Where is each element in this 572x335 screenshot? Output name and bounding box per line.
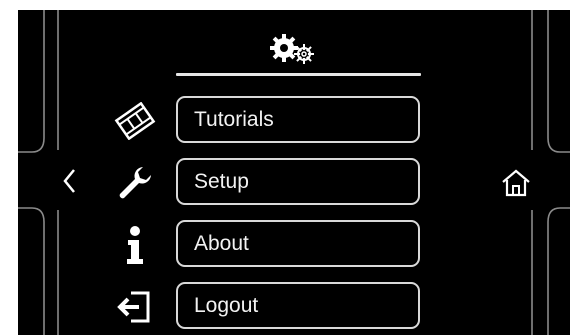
setup-button[interactable]: Setup — [176, 158, 420, 205]
header-underline — [176, 73, 421, 76]
film-icon — [110, 98, 160, 144]
tutorials-label: Tutorials — [194, 107, 274, 131]
back-button[interactable] — [52, 158, 88, 204]
home-icon — [502, 169, 530, 197]
tutorials-button[interactable]: Tutorials — [176, 96, 420, 143]
about-label: About — [194, 231, 249, 255]
gears-icon — [268, 32, 320, 68]
chevron-left-icon — [63, 169, 75, 193]
logout-icon — [110, 284, 160, 330]
home-button[interactable] — [496, 160, 536, 206]
wrench-icon — [110, 160, 160, 206]
setup-label: Setup — [194, 169, 249, 193]
logout-button[interactable]: Logout — [176, 282, 420, 329]
info-icon — [110, 222, 160, 268]
logout-label: Logout — [194, 293, 259, 317]
about-button[interactable]: About — [176, 220, 420, 267]
settings-screen: Tutorials Setup About Logout — [18, 10, 570, 335]
